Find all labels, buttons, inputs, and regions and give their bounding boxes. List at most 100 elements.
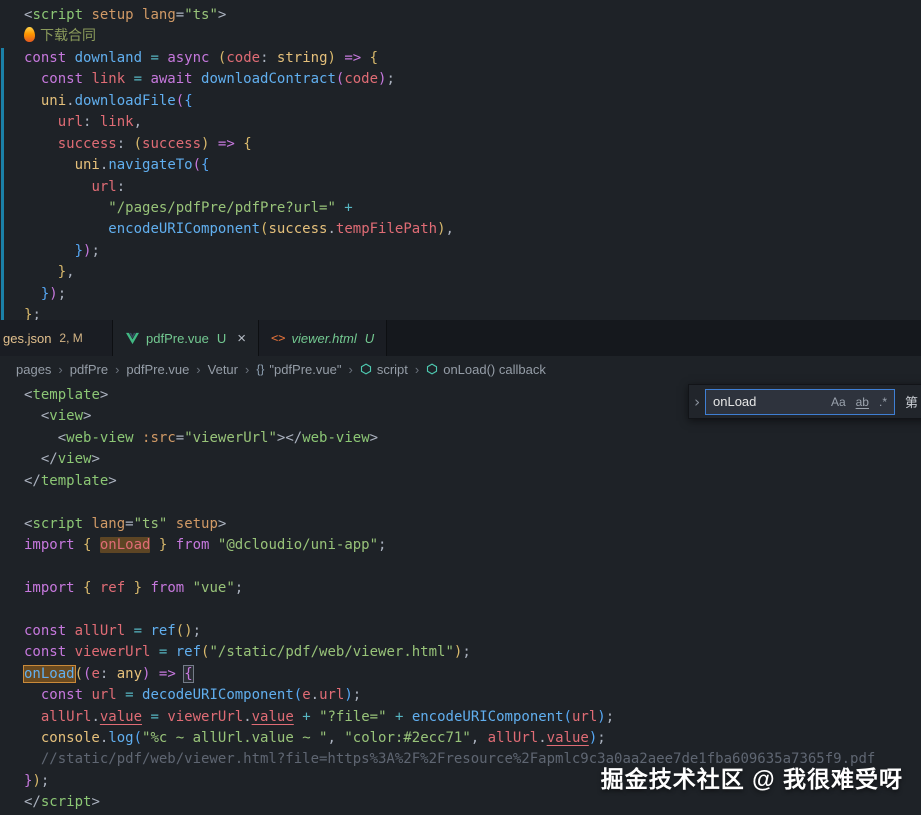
code-token <box>24 136 58 152</box>
code-line[interactable]: const downland = async (code: string) =>… <box>0 48 921 69</box>
match-case-icon[interactable]: Aa <box>828 394 849 410</box>
code-token: const <box>41 71 92 87</box>
code-line[interactable]: <web-view :src="viewerUrl"></web-view> <box>0 428 921 449</box>
code-token: lang <box>142 7 176 23</box>
close-icon[interactable]: × <box>237 331 246 346</box>
code-token: "viewerUrl" <box>184 430 277 446</box>
code-token: ( <box>294 687 302 703</box>
code-token: from <box>167 537 218 553</box>
code-token: const <box>24 644 75 660</box>
code-token: onLoad <box>24 666 75 682</box>
code-line[interactable]: <script setup lang="ts"> <box>0 5 921 26</box>
code-token: code <box>344 71 378 87</box>
code-line[interactable]: }; <box>0 305 921 320</box>
breadcrumb-label: onLoad() callback <box>443 362 546 377</box>
code-token: await <box>150 71 201 87</box>
whole-word-icon[interactable]: ab <box>853 394 872 410</box>
code-line[interactable]: }, <box>0 262 921 283</box>
code-token: : <box>83 114 100 130</box>
breadcrumb-item-pdfpre-vue[interactable]: pdfPre.vue <box>126 362 189 377</box>
code-line[interactable]: import { ref } from "vue"; <box>0 578 921 599</box>
breadcrumb-item-pdfpre[interactable]: pdfPre <box>70 362 108 377</box>
code-line[interactable]: uni.navigateTo({ <box>0 155 921 176</box>
code-token: ; <box>91 243 99 259</box>
code-token: , <box>471 730 488 746</box>
code-token: . <box>327 221 335 237</box>
code-token: } <box>125 580 142 596</box>
code-line[interactable]: import { onLoad } from "@dcloudio/uni-ap… <box>0 535 921 556</box>
code-line[interactable]: console.log("%c ~ allUrl.value ~ ", "col… <box>0 728 921 749</box>
code-line[interactable]: </template> <box>0 471 921 492</box>
find-input[interactable]: onLoad Aa ab .* <box>705 389 895 415</box>
top-editor-pane[interactable]: <script setup lang="ts"> 下载合同 const downla… <box>0 0 921 320</box>
breadcrumb-item-pages[interactable]: pages <box>16 362 51 377</box>
code-token: string <box>277 50 328 66</box>
code-token: = <box>150 644 175 660</box>
code-line[interactable]: }); <box>0 284 921 305</box>
tab-pages-json[interactable]: ges.json 2, M <box>0 320 113 356</box>
code-token: viewerUrl <box>167 709 243 725</box>
code-token: console <box>41 730 100 746</box>
code-token: ) <box>32 773 40 789</box>
tab-viewer-html[interactable]: <> viewer.html U <box>259 320 387 356</box>
code-token: allUrl <box>41 709 92 725</box>
code-line[interactable]: </script> <box>0 792 921 813</box>
code-line[interactable]: }); <box>0 241 921 262</box>
code-token: success <box>58 136 117 152</box>
code-token: log <box>108 730 133 746</box>
code-line[interactable]: success: (success) => { <box>0 134 921 155</box>
code-line[interactable]: uni.downloadFile({ <box>0 91 921 112</box>
code-line[interactable] <box>0 492 921 513</box>
code-token: ) <box>589 730 597 746</box>
code-line[interactable]: 下载合同 <box>0 26 921 47</box>
tab-pdfpre-vue[interactable]: pdfPre.vue U × <box>113 320 259 356</box>
code-token: => <box>218 136 235 152</box>
code-line[interactable]: const allUrl = ref(); <box>0 621 921 642</box>
code-token: web-view <box>66 430 133 446</box>
code-line[interactable]: const link = await downloadContract(code… <box>0 69 921 90</box>
code-line[interactable]: url: <box>0 177 921 198</box>
code-token: lang <box>91 516 125 532</box>
code-line[interactable] <box>0 557 921 578</box>
code-token: = <box>176 430 184 446</box>
code-token: + <box>294 709 319 725</box>
code-token <box>24 71 41 87</box>
code-line[interactable]: const viewerUrl = ref("/static/pdf/web/v… <box>0 642 921 663</box>
code-line[interactable]: "/pages/pdfPre/pdfPre?url=" + <box>0 198 921 219</box>
code-line[interactable]: </view> <box>0 449 921 470</box>
code-token: tempFilePath <box>336 221 437 237</box>
code-token: { <box>184 93 192 109</box>
code-token: e <box>302 687 310 703</box>
toggle-replace-chevron-icon[interactable]: › <box>689 393 705 411</box>
code-token: </ <box>24 473 41 489</box>
code-token: 下载合同 <box>40 28 96 44</box>
code-token: ; <box>193 623 201 639</box>
code-token: "color:#2ecc71" <box>344 730 470 746</box>
code-line[interactable]: url: link, <box>0 112 921 133</box>
breadcrumb-item-script[interactable]: script <box>360 362 408 377</box>
code-token: url <box>91 179 116 195</box>
code-line[interactable]: <script lang="ts" setup> <box>0 514 921 535</box>
code-token: { <box>184 666 192 682</box>
code-token: , <box>446 221 454 237</box>
code-line[interactable]: encodeURIComponent(success.tempFilePath)… <box>0 219 921 240</box>
code-line[interactable]: onLoad((e: any) => { <box>0 664 921 685</box>
code-token <box>24 221 108 237</box>
bottom-editor-pane[interactable]: <template> <view> <web-view :src="viewer… <box>0 382 921 815</box>
code-token: "%c ~ allUrl.value ~ " <box>142 730 327 746</box>
breadcrumb-item-vetur[interactable]: Vetur <box>208 362 238 377</box>
code-token: . <box>91 709 99 725</box>
top-code-area: <script setup lang="ts"> 下载合同 const downla… <box>0 5 921 320</box>
code-line[interactable]: const url = decodeURIComponent(e.url); <box>0 685 921 706</box>
regex-icon[interactable]: .* <box>876 394 890 410</box>
breadcrumb-item-pdfpre-vue-symbol[interactable]: {} "pdfPre.vue" <box>256 362 341 377</box>
code-token <box>24 157 75 173</box>
breadcrumb-item-onload-callback[interactable]: onLoad() callback <box>426 362 546 377</box>
code-line[interactable]: allUrl.value = viewerUrl.value + "?file=… <box>0 707 921 728</box>
code-token: ; <box>32 307 40 320</box>
code-line[interactable] <box>0 599 921 620</box>
code-token <box>24 93 41 109</box>
code-token: : <box>100 666 117 682</box>
code-token: > <box>91 451 99 467</box>
code-token <box>24 264 58 280</box>
